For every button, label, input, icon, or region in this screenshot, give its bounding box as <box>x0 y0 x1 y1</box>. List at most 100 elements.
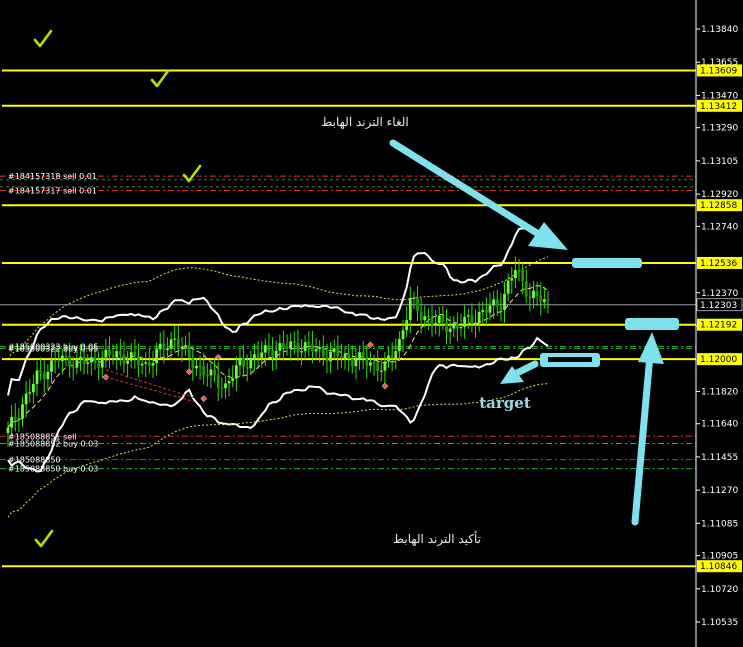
candle-body <box>209 369 213 376</box>
candle-body <box>169 339 173 349</box>
candle-body <box>89 357 93 363</box>
candle-body <box>151 363 155 366</box>
candle-body <box>521 270 525 282</box>
axis-tick-label: 1.11270 <box>701 486 738 496</box>
candle-body <box>71 366 75 368</box>
candle-body <box>111 355 115 358</box>
candle-body <box>423 316 427 321</box>
candle-body <box>173 338 177 340</box>
axis-tick-label: 1.11455 <box>701 453 738 463</box>
candle-body <box>39 370 43 373</box>
candle-body <box>416 297 419 312</box>
candle-body <box>137 356 140 366</box>
candle-body <box>220 387 224 389</box>
candle-body <box>166 348 169 350</box>
candle-body <box>347 353 351 359</box>
candle-body <box>354 359 358 367</box>
candle-body <box>17 418 21 420</box>
candle-body <box>481 310 485 312</box>
candle-body <box>147 362 151 366</box>
axis-tick-label: 1.13105 <box>701 157 738 167</box>
candle-body <box>42 372 46 380</box>
candle-body <box>187 345 191 359</box>
candle-body <box>383 361 387 371</box>
candle-body <box>376 362 380 371</box>
candle-body <box>303 342 307 352</box>
candle-body <box>97 363 101 368</box>
candle-body <box>278 343 282 351</box>
marker-box-cancel <box>572 258 642 268</box>
candle-body <box>79 356 82 359</box>
candle-body <box>296 342 300 353</box>
order-label: #185088852 buy 0.03 <box>8 439 98 448</box>
candle-body <box>13 416 17 420</box>
candle-body <box>430 317 434 326</box>
candle-body <box>260 352 264 358</box>
candle-body <box>46 371 50 380</box>
candle-body <box>191 358 195 369</box>
axis-tick-label: 1.11640 <box>701 420 738 430</box>
candle-body <box>28 392 32 394</box>
candle-body <box>253 354 256 358</box>
candle-body <box>198 365 202 368</box>
candle-body <box>231 378 235 382</box>
candle-body <box>158 343 162 350</box>
candle-body <box>224 383 227 389</box>
axis-tick-label: 1.12370 <box>701 289 738 299</box>
candle-body <box>184 345 187 347</box>
candle-body <box>361 352 365 359</box>
level-label: 1.12192 <box>700 321 737 331</box>
candle-body <box>140 363 144 366</box>
candle-body <box>325 357 329 362</box>
candle-body <box>495 299 499 307</box>
candle-body <box>238 357 242 366</box>
candle-body <box>64 355 68 357</box>
candle-body <box>202 366 206 375</box>
candle-body <box>535 290 539 296</box>
candle-body <box>365 358 369 366</box>
axis-tick-label: 1.10720 <box>701 585 738 595</box>
candle-body <box>60 355 64 362</box>
candle-body <box>118 351 122 355</box>
price-chart: 1.138401.136551.134701.132901.131051.129… <box>0 0 743 647</box>
candle-body <box>205 374 209 377</box>
candle-body <box>452 323 456 329</box>
candle-body <box>271 350 274 358</box>
target-box-inner <box>548 357 592 362</box>
candle-body <box>390 355 394 359</box>
candle-body <box>340 356 343 359</box>
candle-body <box>249 357 253 369</box>
candle-body <box>528 296 532 299</box>
level-label: 1.10846 <box>700 562 737 572</box>
candle-body <box>75 357 79 368</box>
candle-body <box>104 349 108 358</box>
candle-body <box>86 362 90 364</box>
candle-body <box>506 280 510 294</box>
candle-body <box>245 366 249 369</box>
candle-body <box>93 357 97 364</box>
candle-body <box>53 360 57 362</box>
candle-body <box>50 360 53 372</box>
candle-body <box>35 370 39 384</box>
candle-body <box>513 270 517 279</box>
candle-body <box>122 354 126 364</box>
candle-body <box>108 349 111 356</box>
candle-body <box>68 356 72 367</box>
axis-tick-label: 1.13290 <box>701 124 738 134</box>
candle-body <box>398 339 401 352</box>
candle-body <box>510 278 514 281</box>
candle-body <box>492 299 496 306</box>
candle-body <box>267 345 271 351</box>
candle-body <box>227 381 231 384</box>
candle-body <box>463 316 467 327</box>
candle-body <box>180 346 184 349</box>
candle-body <box>329 351 332 362</box>
candle-body <box>343 353 347 359</box>
candle-body <box>24 393 28 405</box>
axis-tick-label: 1.10535 <box>701 618 738 628</box>
candle-body <box>405 320 409 331</box>
axis-tick-label: 1.11820 <box>701 387 738 397</box>
candle-body <box>129 351 133 361</box>
candle-body <box>466 315 470 317</box>
marker-box-confirm <box>625 318 679 330</box>
